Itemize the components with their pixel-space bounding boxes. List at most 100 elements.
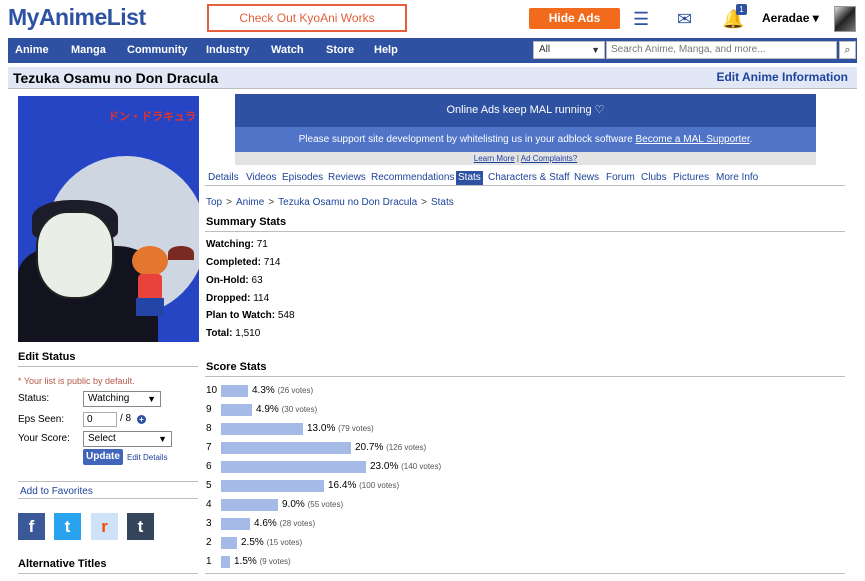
ad-links: Learn More | Ad Complaints? bbox=[235, 152, 816, 165]
ad-support-end: . bbox=[749, 134, 753, 145]
nav-community[interactable]: Community bbox=[127, 38, 188, 63]
search-category-select[interactable]: All ▼ bbox=[533, 41, 605, 59]
score-select[interactable]: Select ▼ bbox=[83, 431, 172, 447]
stat-dropped: Dropped: 114 bbox=[206, 293, 269, 304]
eps-label: Eps Seen: bbox=[18, 414, 65, 425]
nav-watch[interactable]: Watch bbox=[271, 38, 304, 63]
score-percent: 1.5% bbox=[234, 556, 257, 567]
score-percent: 4.9% bbox=[256, 404, 279, 415]
cover-girl-skirt bbox=[136, 298, 164, 316]
tab-stats[interactable]: Stats bbox=[456, 171, 483, 185]
public-note: * Your list is public by default. bbox=[18, 376, 135, 386]
username: Aeradae bbox=[762, 11, 810, 25]
update-button[interactable]: Update bbox=[83, 449, 123, 465]
hide-ads-button[interactable]: Hide Ads bbox=[529, 8, 620, 29]
ad-support-text: Please support site development by white… bbox=[298, 134, 633, 145]
stat-total: Total: 1,510 bbox=[206, 328, 260, 339]
ad-complaints-link[interactable]: Ad Complaints? bbox=[521, 154, 577, 163]
stat-plan-to-watch: Plan to Watch: 548 bbox=[206, 310, 295, 321]
stat-label: On-Hold: bbox=[206, 275, 249, 286]
mail-icon[interactable]: ✉ bbox=[677, 9, 692, 30]
ad-support-bar: Please support site development by white… bbox=[235, 127, 816, 152]
score-row-text: 4.9% (30 votes) bbox=[256, 404, 317, 415]
tab-videos[interactable]: Videos bbox=[246, 171, 276, 185]
caret-down-icon: ▼ bbox=[147, 394, 156, 404]
tab-details[interactable]: Details bbox=[208, 171, 239, 185]
tab-clubs[interactable]: Clubs bbox=[641, 171, 667, 185]
cover-dracula-face bbox=[36, 211, 114, 299]
promo-banner[interactable]: Check Out KyoAni Works bbox=[207, 4, 407, 32]
stat-watching: Watching: 71 bbox=[206, 239, 268, 250]
increment-icon[interactable]: + bbox=[137, 415, 146, 424]
score-label: Your Score: bbox=[18, 433, 70, 444]
score-row-label: 5 bbox=[206, 480, 212, 491]
score-row-text: 1.5% (9 votes) bbox=[234, 556, 291, 567]
breadcrumb-top[interactable]: Top bbox=[206, 197, 222, 208]
tumblr-icon[interactable]: t bbox=[127, 513, 154, 540]
edit-details-link[interactable]: Edit Details bbox=[127, 453, 167, 462]
tab-forum[interactable]: Forum bbox=[606, 171, 635, 185]
avatar[interactable] bbox=[834, 6, 856, 32]
top-bar: MyAnimeList Check Out KyoAni Works Hide … bbox=[0, 0, 865, 37]
divider bbox=[18, 481, 198, 482]
separator: | bbox=[516, 154, 519, 163]
score-row-text: 20.7% (126 votes) bbox=[355, 442, 426, 453]
anime-cover-image[interactable]: ドン・ドラキュラ bbox=[18, 96, 199, 342]
score-row-label: 4 bbox=[206, 499, 212, 510]
tab-characters-staff[interactable]: Characters & Staff bbox=[488, 171, 570, 185]
nav-help[interactable]: Help bbox=[374, 38, 398, 63]
tab-pictures[interactable]: Pictures bbox=[673, 171, 709, 185]
stat-on-hold: On-Hold: 63 bbox=[206, 275, 263, 286]
tab-news[interactable]: News bbox=[574, 171, 599, 185]
score-percent: 23.0% bbox=[370, 461, 399, 472]
nav-anime[interactable]: Anime bbox=[15, 38, 49, 63]
score-votes: (9 votes) bbox=[259, 557, 291, 566]
score-row-label: 2 bbox=[206, 537, 212, 548]
score-bar bbox=[221, 537, 237, 549]
tab-recommendations[interactable]: Recommendations bbox=[371, 171, 454, 185]
add-to-favorites-link[interactable]: Add to Favorites bbox=[20, 486, 93, 497]
score-bar bbox=[221, 404, 252, 416]
score-row-label: 10 bbox=[206, 385, 218, 396]
twitter-icon[interactable]: t bbox=[54, 513, 81, 540]
tab-divider bbox=[205, 185, 845, 186]
tab-episodes[interactable]: Episodes bbox=[282, 171, 323, 185]
score-row-label: 6 bbox=[206, 461, 212, 472]
list-icon[interactable]: ☰ bbox=[633, 9, 649, 30]
search-input[interactable]: Search Anime, Manga, and more... bbox=[606, 41, 837, 59]
stat-label: Completed: bbox=[206, 257, 261, 268]
divider bbox=[18, 573, 198, 574]
score-percent: 4.6% bbox=[254, 518, 277, 529]
reddit-icon[interactable]: r bbox=[91, 513, 118, 540]
divider bbox=[205, 573, 845, 574]
edit-anime-info-link[interactable]: Edit Anime Information bbox=[716, 70, 848, 84]
heart-pulse-icon: ♡ bbox=[594, 104, 605, 116]
breadcrumb-anime[interactable]: Anime bbox=[236, 197, 264, 208]
status-select[interactable]: Watching ▼ bbox=[83, 391, 161, 407]
score-row-label: 8 bbox=[206, 423, 212, 434]
nav-store[interactable]: Store bbox=[326, 38, 354, 63]
breadcrumb-title[interactable]: Tezuka Osamu no Don Dracula bbox=[278, 197, 417, 208]
learn-more-link[interactable]: Learn More bbox=[474, 154, 515, 163]
username-menu[interactable]: Aeradae ▾ bbox=[762, 11, 819, 25]
nav-manga[interactable]: Manga bbox=[71, 38, 106, 63]
stat-value: 63 bbox=[251, 275, 263, 286]
stat-label: Total: bbox=[206, 328, 233, 339]
tab-reviews[interactable]: Reviews bbox=[328, 171, 366, 185]
caret-down-icon: ▼ bbox=[158, 434, 167, 444]
score-row-text: 4.3% (26 votes) bbox=[252, 385, 313, 396]
score-bar bbox=[221, 499, 278, 511]
site-logo[interactable]: MyAnimeList bbox=[8, 4, 146, 31]
nav-industry[interactable]: Industry bbox=[206, 38, 249, 63]
score-bar bbox=[221, 423, 303, 435]
become-supporter-link[interactable]: Become a MAL Supporter bbox=[635, 134, 749, 145]
tab-more-info[interactable]: More Info bbox=[716, 171, 758, 185]
search-icon[interactable]: ⌕ bbox=[839, 41, 856, 59]
score-percent: 20.7% bbox=[355, 442, 384, 453]
breadcrumb-stats[interactable]: Stats bbox=[431, 197, 454, 208]
score-row-text: 2.5% (15 votes) bbox=[241, 537, 302, 548]
eps-seen-input[interactable]: 0 bbox=[83, 412, 117, 427]
facebook-icon[interactable]: f bbox=[18, 513, 45, 540]
score-value: Select bbox=[88, 433, 116, 444]
breadcrumb-separator: > bbox=[421, 197, 427, 208]
